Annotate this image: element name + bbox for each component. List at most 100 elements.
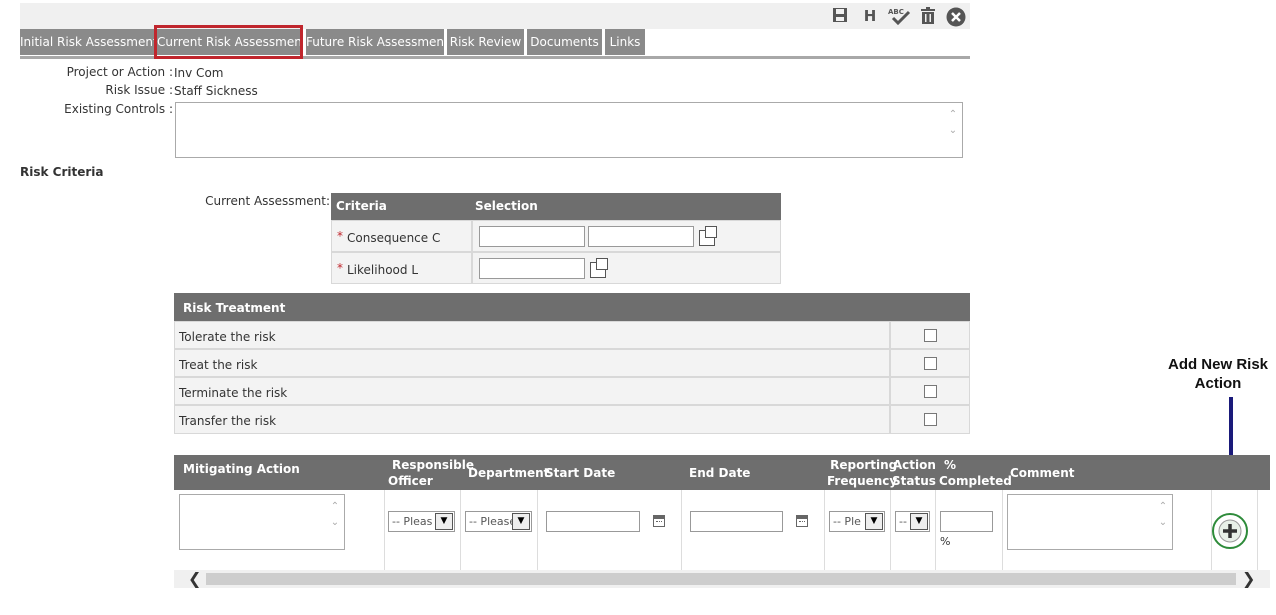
reporting-frequency-select[interactable]: -- Ple ▼ (829, 511, 885, 532)
responsible-officer-header: Responsible Officer (388, 458, 474, 488)
likelihood-label-cell: * Likelihood L (331, 252, 472, 284)
textarea-scroll-icon[interactable]: ⌃ ⌄ (328, 499, 342, 531)
consequence-input-2[interactable] (588, 226, 694, 247)
action-status-header: Action Status (892, 458, 936, 488)
risk-issue-value: Staff Sickness (174, 84, 258, 98)
reporting-frequency-header: Reporting Frequency (827, 458, 898, 488)
transfer-checkbox[interactable] (924, 413, 937, 426)
column-divider (1257, 490, 1258, 570)
chevron-down-icon[interactable]: ▼ (910, 513, 928, 530)
treatment-row: Tolerate the risk (174, 321, 890, 349)
treatment-check-cell (890, 377, 970, 405)
treatment-row: Terminate the risk (174, 377, 890, 405)
comment-header: Comment (1010, 466, 1075, 480)
existing-controls-textarea[interactable]: ⌃ ⌄ (175, 102, 963, 158)
risk-criteria-title: Risk Criteria (20, 165, 104, 179)
start-date-header: Start Date (545, 466, 616, 480)
consequence-input-1[interactable] (479, 226, 585, 247)
comment-textarea[interactable]: ⌃ ⌄ (1007, 494, 1173, 550)
svg-text:ABC: ABC (888, 8, 904, 16)
project-label: Project or Action : (66, 65, 173, 79)
existing-controls-label: Existing Controls : (64, 102, 173, 116)
annotation-text: Add New Risk Action (1160, 355, 1276, 393)
action-status-select[interactable]: -- ▼ (895, 511, 930, 532)
percent-completed-input[interactable] (940, 511, 993, 532)
likelihood-label: Likelihood L (347, 263, 418, 277)
consequence-label-cell: * Consequence C (331, 220, 472, 252)
tolerate-checkbox[interactable] (924, 329, 937, 342)
chevron-down-icon[interactable]: ▼ (512, 513, 530, 530)
treatment-row: Treat the risk (174, 349, 890, 377)
consequence-lookup-icon[interactable] (699, 226, 717, 246)
chevron-down-icon[interactable]: ▼ (865, 513, 883, 530)
likelihood-selection-cell (472, 252, 781, 284)
risk-treatment-title: Risk Treatment (183, 301, 286, 315)
tab-documents[interactable]: Documents (527, 29, 602, 55)
treatment-label: Terminate the risk (179, 386, 288, 400)
horizontal-scrollbar[interactable]: ❮ ❯ (174, 570, 1270, 588)
start-date-input[interactable] (546, 511, 640, 532)
terminate-checkbox[interactable] (924, 385, 937, 398)
criteria-table: Criteria Selection * Consequence C * Lik… (331, 193, 781, 284)
percent-symbol: % (940, 535, 951, 548)
treatment-label: Tolerate the risk (179, 330, 276, 344)
required-marker: * (337, 261, 343, 275)
treatment-check-cell (890, 321, 970, 349)
criteria-col-header: Criteria (336, 199, 387, 213)
calendar-icon[interactable] (653, 515, 665, 527)
textarea-scroll-icon[interactable]: ⌃ ⌄ (1156, 499, 1170, 531)
scroll-left-icon[interactable]: ❮ (188, 570, 201, 588)
add-new-risk-action-button[interactable] (1212, 513, 1248, 549)
column-divider (460, 490, 461, 570)
risk-issue-label: Risk Issue : (105, 83, 173, 97)
active-tab-highlight (154, 25, 303, 59)
required-marker: * (337, 229, 343, 243)
tab-risk-review[interactable]: Risk Review (447, 29, 524, 55)
delete-icon[interactable] (918, 7, 938, 25)
treatment-check-cell (890, 349, 970, 377)
column-divider (384, 490, 385, 570)
department-header: Department (468, 466, 550, 480)
mitigation-table: Mitigating Action Responsible Officer Dep… (174, 455, 1270, 588)
treatment-check-cell (890, 405, 970, 434)
consequence-selection-cell (472, 220, 781, 252)
risk-treatment-table: Risk Treatment Tolerate the risk Treat t… (174, 293, 970, 434)
likelihood-input[interactable] (479, 258, 585, 279)
calendar-icon[interactable] (796, 515, 808, 527)
textarea-scroll-icon[interactable]: ⌃ ⌄ (946, 107, 960, 139)
annotation-line-1: Add New Risk (1167, 356, 1269, 373)
tab-future-risk-assessment[interactable]: Future Risk Assessment (306, 29, 449, 55)
treatment-label: Transfer the risk (179, 414, 277, 428)
treatment-row: Transfer the risk (174, 405, 890, 434)
annotation-line-2: Action (1194, 375, 1242, 392)
mitigating-action-textarea[interactable]: ⌃ ⌄ (179, 494, 345, 550)
tab-links[interactable]: Links (605, 29, 645, 55)
spellcheck-icon[interactable]: ABC (886, 7, 912, 26)
treatment-label: Treat the risk (179, 358, 258, 372)
consequence-label: Consequence C (347, 231, 441, 245)
current-assessment-label: Current Assessment: (205, 194, 330, 208)
responsible-officer-select[interactable]: -- Pleas ▼ (388, 511, 455, 532)
treat-checkbox[interactable] (924, 357, 937, 370)
column-divider (890, 490, 891, 570)
percent-completed-header: % Completed (939, 458, 1012, 488)
save-icon[interactable] (830, 7, 850, 25)
end-date-input[interactable] (690, 511, 783, 532)
history-icon[interactable]: H (860, 7, 880, 25)
end-date-header: End Date (689, 466, 751, 480)
column-divider (935, 490, 936, 570)
scrollbar-thumb[interactable] (206, 573, 1236, 585)
project-value: Inv Com (174, 66, 224, 80)
close-icon[interactable] (946, 7, 966, 27)
risk-treatment-header: Risk Treatment (174, 293, 970, 321)
likelihood-lookup-icon[interactable] (590, 258, 608, 278)
column-divider (681, 490, 682, 570)
mitigating-action-header: Mitigating Action (183, 462, 300, 476)
scroll-right-icon[interactable]: ❯ (1242, 570, 1255, 588)
criteria-header: Criteria Selection (331, 193, 781, 220)
column-divider (1002, 490, 1003, 570)
plus-icon (1218, 519, 1242, 543)
department-select[interactable]: -- Please ▼ (465, 511, 532, 532)
chevron-down-icon[interactable]: ▼ (435, 513, 453, 530)
tab-initial-risk-assessment[interactable]: Initial Risk Assessment (20, 29, 158, 55)
